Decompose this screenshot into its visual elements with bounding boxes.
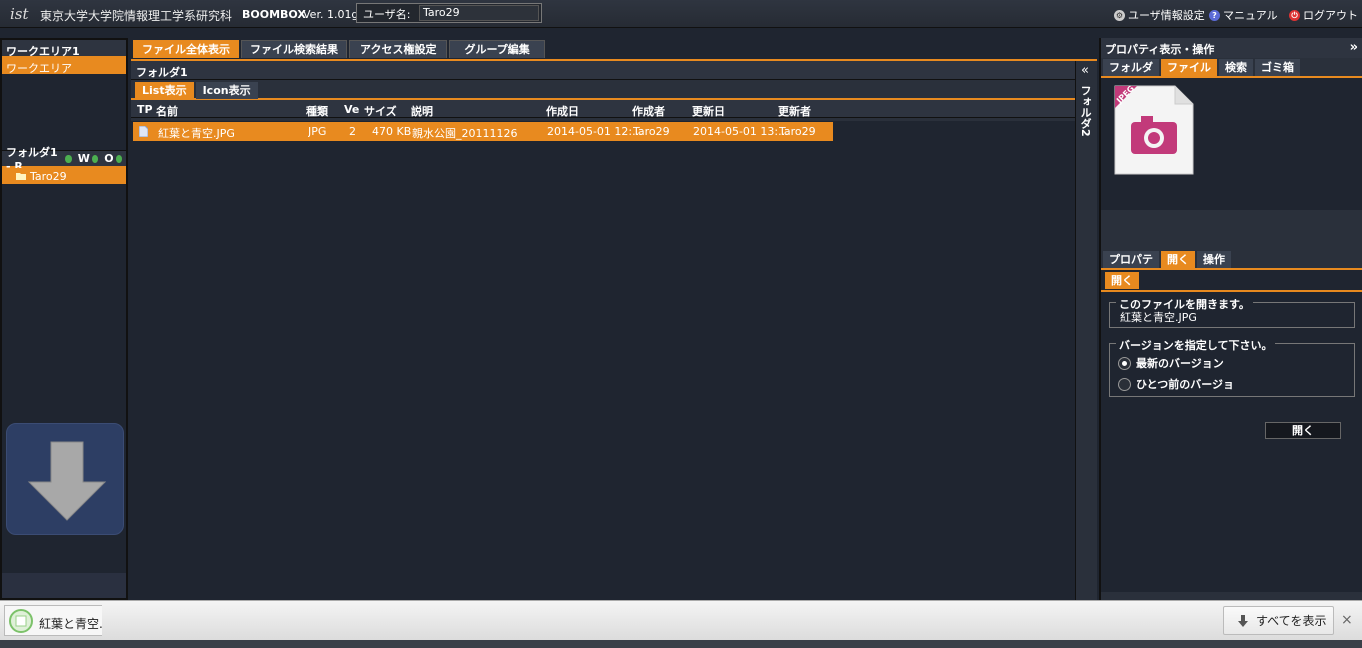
file-icon [139,126,148,137]
right-panel: プロパティ表示・操作 » フォルダ ファイル 検索 ゴミ箱 JPEG プロパテ … [1099,38,1362,600]
help-icon: ? [1209,9,1220,21]
main-tabs: ファイル全体表示 ファイル検索結果 アクセス権設定 グループ編集 [131,40,1097,60]
center-panel: フォルダ1 List表示 Icon表示 TP 名前 種類 Ve サイズ 説明 作… [131,59,1097,602]
top-bar: ist 東京大学大学院情報理工学系研究科 BOOMBOX Ver. 1.01g … [0,0,1362,28]
organization-name: 東京大学大学院情報理工学系研究科 [40,9,233,23]
bottom-strip [0,640,1362,648]
tab-search-results[interactable]: ファイル検索結果 [241,40,347,58]
folder1-title: フォルダ1 - R W O [2,146,126,173]
user-box: ユーザ名: Taro29 [356,3,542,23]
col-version[interactable]: Ve [344,103,359,116]
download-arrow-icon [27,441,107,521]
download-bar: 紅葉と青空. すべてを表示 × [0,600,1362,640]
user-label: ユーザ名: [363,8,411,21]
property-tabs: フォルダ ファイル 検索 ゴミ箱 [1101,58,1362,78]
operation-tabs: プロパテ 開く 操作 [1101,250,1362,270]
workarea-title: ワークエリア1 [2,40,126,58]
download-progress-icon [9,609,33,633]
subtab-divider [1101,290,1362,292]
download-item[interactable]: 紅葉と青空. [4,605,103,636]
close-icon[interactable]: × [1341,612,1353,628]
radio-previous-version[interactable]: ひとつ前のバージョ [1118,376,1346,392]
tab-access-settings[interactable]: アクセス権設定 [349,40,448,58]
owner-perm-icon [115,154,122,163]
version-legend: バージョンを指定して下さい。 [1116,337,1276,353]
manual-link[interactable]: ? マニュアル [1209,7,1278,23]
write-perm-icon [91,154,99,163]
col-created[interactable]: 作成日 [546,103,579,119]
tab-icon-view[interactable]: Icon表示 [195,82,258,99]
col-name[interactable]: 名前 [156,103,178,119]
property-panel-title: プロパティ表示・操作 » [1101,38,1362,58]
gear-icon: ⚙ [1114,9,1125,21]
folder-title: フォルダ1 [131,61,1077,80]
col-creator[interactable]: 作成者 [632,103,665,119]
col-updater[interactable]: 更新者 [778,103,811,119]
subtab-open[interactable]: 開く [1105,272,1139,289]
folder2-strip[interactable]: « フォルダ2 [1075,61,1097,602]
read-perm-icon [65,154,72,163]
radio-off-icon [1118,377,1131,391]
open-panel: 開く このファイルを開きます。 紅葉と青空.JPG バージョンを指定して下さい。… [1101,270,1362,592]
open-file-name: 紅葉と青空.JPG [1120,311,1197,324]
download-icon [1238,614,1248,627]
radio-latest-version[interactable]: 最新のバージョン [1118,355,1346,371]
collapse-right-icon[interactable]: » [1350,40,1358,55]
workarea-list: ワークエリア [2,58,126,150]
product-name: BOOMBOX [242,8,306,21]
tab-file[interactable]: ファイル [1161,59,1217,76]
col-kind[interactable]: 種類 [306,103,328,119]
tab-list-view[interactable]: List表示 [135,82,194,99]
ist-logo: ist [10,5,29,23]
open-file-fieldset: このファイルを開きます。 紅葉と青空.JPG [1109,296,1355,328]
col-type-icon[interactable]: TP [137,103,153,116]
user-settings-link[interactable]: ⚙ ユーザ情報設定 [1114,7,1205,23]
tab-trash[interactable]: ゴミ箱 [1255,59,1300,76]
workarea-item[interactable]: ワークエリア [2,58,126,75]
collapse-left-icon[interactable]: « [1081,63,1089,78]
left-panel: ワークエリア1 ワークエリア フォルダ1 - R W O Taro29 [0,38,128,600]
logout-link[interactable]: ⏻ ログアウト [1289,7,1358,23]
tab-properties[interactable]: プロパテ [1103,251,1159,268]
file-preview: JPEG [1101,78,1362,210]
tab-all-files[interactable]: ファイル全体表示 [133,40,239,58]
column-headers: TP 名前 種類 Ve サイズ 説明 作成日 作成者 更新日 更新者 [131,100,1077,118]
folder-icon [16,173,26,180]
col-updated[interactable]: 更新日 [692,103,725,119]
table-row[interactable]: 紅葉と青空.JPG JPG 2 470 KB 親水公園_20111126 201… [133,122,833,141]
tab-open[interactable]: 開く [1161,251,1195,268]
tab-group-edit[interactable]: グループ編集 [449,40,545,58]
col-desc[interactable]: 説明 [411,103,433,119]
power-icon: ⏻ [1289,9,1300,21]
file-list: 紅葉と青空.JPG JPG 2 470 KB 親水公園_20111126 201… [131,121,1075,602]
version-fieldset: バージョンを指定して下さい。 最新のバージョン ひとつ前のバージョ [1109,337,1355,397]
open-button[interactable]: 開く [1265,422,1341,439]
download-drop-zone[interactable] [6,423,124,535]
tab-operations[interactable]: 操作 [1197,251,1231,268]
product-version: Ver. 1.01g [303,8,359,21]
user-name-field[interactable]: Taro29 [419,5,539,21]
col-size[interactable]: サイズ [364,103,397,119]
view-tabs: List表示 Icon表示 [131,80,1077,100]
tab-search[interactable]: 検索 [1219,59,1253,76]
show-all-downloads-button[interactable]: すべてを表示 [1223,606,1334,635]
folder-item-taro29[interactable]: Taro29 [2,168,126,184]
folder-tree: Taro29 [2,168,126,573]
folder2-label: フォルダ2 [1079,85,1092,137]
radio-on-icon [1118,356,1131,370]
tab-folder[interactable]: フォルダ [1103,59,1159,76]
